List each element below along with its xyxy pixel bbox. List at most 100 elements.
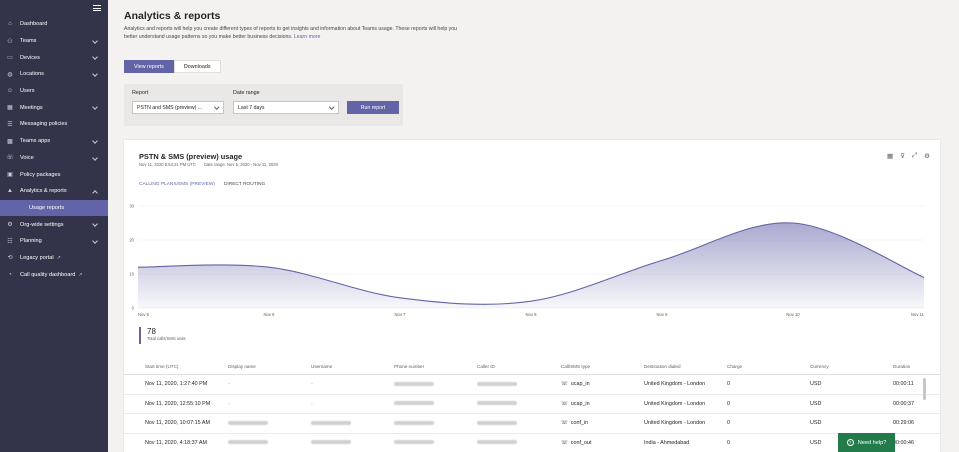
cell-dest: United Kingdom - London [644,375,705,395]
column-header[interactable]: Duration [893,358,910,375]
sidebar-item-org-wide-settings[interactable]: ⚙ Org-wide settings [0,216,108,233]
tab-view-reports[interactable]: View reports [124,60,174,73]
table-row[interactable]: Nov 11, 2020, 4:18:37 AM ☏ conf_out India -… [124,434,940,452]
need-help-button[interactable]: ? Need help? [838,433,895,452]
sidebar-item-legacy-portal[interactable]: ⟲ Legacy portal ↗ [0,250,108,267]
column-header[interactable]: Phone number [394,358,424,375]
cell-charge: 0 [727,414,730,434]
package-icon: ▣ [7,172,13,179]
cell-start: Nov 11, 2020, 1:27:40 PM [145,375,207,395]
sidebar-item-teams[interactable]: ⚇ Teams [0,33,108,50]
cell-currency: USD [810,375,821,395]
cell-text: ucap_in [570,381,590,387]
usage-table: Start time (UTC) Display name Username Phon… [124,358,940,452]
table-row[interactable]: Nov 11, 2020, 1:27:40 PM - - ☏ ucap_in United… [124,375,940,395]
sidebar-item-meetings[interactable]: ▦ Meetings [0,99,108,116]
cell-type: ☏ conf_in [561,414,588,434]
column-header[interactable]: Destination dialed [644,358,681,375]
report-date-range: Date range: Nov 5, 2020 - Nov 11, 2020 [203,162,278,167]
sidebar-item-planning[interactable]: ☷ Planning [0,233,108,250]
cell-text: - [228,381,230,387]
tab-direct-routing[interactable]: DIRECT ROUTING [224,182,265,187]
x-tick-label: Nov 9 [657,312,669,317]
chevron-down-icon [92,154,98,161]
column-header[interactable]: Display name [228,358,256,375]
export-icon[interactable]: ▦ [887,152,893,160]
table-row[interactable]: Nov 11, 2020, 10:07:15 AM ☏ conf_in United … [124,414,940,434]
column-header[interactable]: Charge [727,358,742,375]
cell-duration: 00:00:37 [893,395,914,415]
table-row[interactable]: Nov 11, 2020, 12:55:10 PM - - ☏ ucap_in Unite… [124,395,940,415]
cell-start: Nov 11, 2020, 12:55:10 PM [145,395,210,415]
sidebar-item-label: Org-wide settings [20,221,64,228]
cell-currency: USD [810,434,821,452]
home-icon: ⌂ [8,21,12,28]
quality-icon: ◔ [8,271,12,278]
column-header[interactable]: Username [311,358,332,375]
x-tick-label: Nov 8 [526,312,538,317]
page-description: Analytics and reports will help you crea… [124,26,464,41]
sidebar-item-messaging-policies[interactable]: ☰ Messaging policies [0,116,108,133]
filter-icon[interactable]: ⊽ [900,152,905,160]
hamburger-icon[interactable] [93,5,101,11]
help-icon: ? [846,439,854,446]
redacted-value [228,420,268,425]
sidebar-item-usage-reports[interactable]: Usage reports [0,199,108,217]
nav-items: ⌂ Dashboard ⚇ Teams ▭ Devices ◍ Locations ☺ Users… [0,16,108,283]
column-header[interactable]: Currency [810,358,829,375]
table-header: Start time (UTC) Display name Username Phon… [124,358,940,375]
date-range-select[interactable]: Last 7 days [233,101,339,114]
report-generated: Nov 11, 2020 8:54:21 PM UTC [139,162,196,167]
table-scrollbar[interactable] [923,378,926,400]
report-select[interactable]: PSTN and SMS (preview) ... [132,101,224,114]
sidebar-item-call-quality-dashboard[interactable]: ◔ Call quality dashboard ↗ [0,266,108,283]
settings-icon[interactable]: ⚙ [924,152,930,160]
globe-icon: ◍ [7,71,13,78]
run-report-button[interactable]: Run report [347,101,399,114]
cell-text: Nov 11, 2020, 1:27:40 PM [145,381,208,387]
y-tick-label: 10 [129,272,134,277]
need-help-label: Need help? [857,439,887,446]
cell-text: Nov 11, 2020, 12:55:10 PM [145,400,211,407]
sidebar-item-users[interactable]: ☺ Users [0,83,108,100]
expand-icon[interactable]: ⤢ [912,152,917,160]
redacted-value [311,440,351,445]
redacted-cell [311,434,351,452]
sidebar-item-voice[interactable]: ☏ Voice [0,150,108,167]
phone-icon: ☏ [561,400,568,407]
sidebar-item-label: Legacy portal [20,254,54,261]
cell-text: - [311,400,313,407]
sidebar-item-policy-packages[interactable]: ▣ Policy packages [0,166,108,183]
column-header[interactable]: Call/SMS type [561,358,590,375]
learn-more-link[interactable]: Learn more [294,34,321,40]
y-tick-label: 20 [129,238,134,243]
column-header[interactable]: Start time (UTC) [145,358,178,375]
cell-duration: 00:29:06 [893,414,914,434]
redacted-cell [477,434,517,452]
tab-downloads[interactable]: Downloads [173,60,221,73]
tab-calling-plans[interactable]: CALLING PLANS/SMS (PREVIEW) [139,182,215,187]
sidebar-item-dashboard[interactable]: ⌂ Dashboard [0,16,108,33]
redacted-value [394,420,434,425]
redacted-value [394,401,434,406]
cell-currency: USD [810,395,821,415]
redacted-value [394,381,434,386]
sidebar-item-label: Policy packages [20,171,61,178]
cell-text: conf_in [570,420,589,426]
redacted-cell [394,434,434,452]
sidebar-item-locations[interactable]: ◍ Locations [0,66,108,83]
column-header[interactable]: Caller ID [477,358,495,375]
cell-text: conf_out [570,439,592,446]
usage-chart: 0 10 20 30 Nov 5 Nov 6 Nov 7 Nov 8 Nov 9 Nov 10 N… [129,204,924,318]
sidebar-item-analytics-reports[interactable]: ▲ Analytics & reports [0,183,108,200]
chevron-down-icon [213,104,219,110]
sidebar-item-label: Meetings [20,104,43,111]
cell-start: Nov 11, 2020, 10:07:15 AM [145,414,210,434]
chevron-up-icon [92,190,98,196]
redacted-cell [477,375,517,395]
redacted-value [228,440,268,445]
sidebar-item-teams-apps[interactable]: ▩ Teams apps [0,133,108,150]
sidebar-item-label: Teams apps [20,138,51,145]
sidebar-item-devices[interactable]: ▭ Devices [0,49,108,66]
cell-dest: United Kingdom - London [644,395,705,415]
